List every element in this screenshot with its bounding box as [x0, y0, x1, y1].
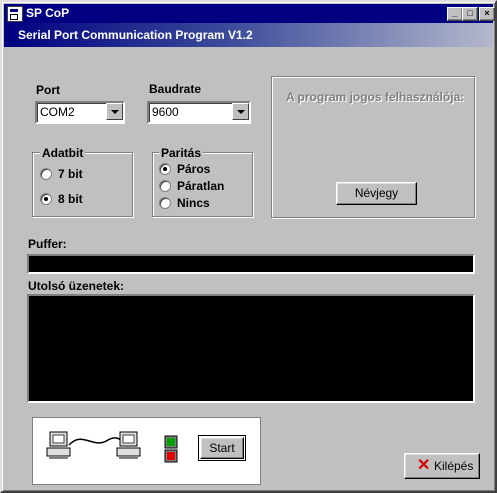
parity-legend: Paritás	[159, 146, 204, 160]
about-button-label: Névjegy	[354, 186, 399, 200]
minimize-button[interactable]: _	[447, 7, 463, 21]
about-button[interactable]: Névjegy	[336, 182, 417, 205]
port-label: Port	[36, 83, 60, 97]
messages-display	[27, 294, 475, 403]
app-icon[interactable]	[7, 6, 23, 22]
program-title: Serial Port Communication Program V1.2	[18, 28, 253, 42]
buffer-display	[27, 254, 475, 274]
chevron-down-icon[interactable]	[232, 103, 249, 120]
port-value: COM2	[40, 105, 75, 119]
main-window: SP CoP _ □ × Serial Port Communication P…	[0, 0, 497, 493]
start-button[interactable]: Start	[198, 435, 246, 461]
cable-icon	[68, 437, 124, 446]
databits-group	[32, 152, 133, 217]
radio-label: Nincs	[177, 196, 210, 210]
radio-button[interactable]	[40, 168, 52, 180]
window-title: SP CoP	[26, 6, 70, 20]
connection-status-panel: Start	[32, 417, 261, 485]
buffer-label: Puffer:	[28, 237, 67, 251]
program-header: Serial Port Communication Program V1.2	[4, 23, 493, 47]
owner-panel: A program jogos felhasználója: Névjegy	[271, 76, 475, 218]
close-icon: ✕	[417, 457, 431, 474]
computer-icon	[116, 431, 141, 459]
exit-button-label: Kilépés	[434, 459, 474, 473]
radio-button[interactable]	[159, 197, 171, 209]
messages-label: Utolsó üzenetek:	[28, 279, 125, 293]
baudrate-label: Baudrate	[149, 82, 202, 96]
radio-button[interactable]	[159, 163, 171, 175]
radio-button[interactable]	[159, 180, 171, 192]
radio-button[interactable]	[40, 193, 52, 205]
radio-label: 8 bit	[58, 192, 83, 206]
radio-label: 7 bit	[58, 167, 83, 181]
owner-label: A program jogos felhasználója:	[286, 90, 465, 104]
led-green-icon	[167, 438, 175, 446]
status-led-icons	[164, 435, 178, 463]
radio-label: Páros	[177, 162, 211, 176]
exit-button[interactable]: ✕ Kilépés	[404, 453, 480, 479]
chevron-down-icon[interactable]	[106, 103, 123, 120]
start-button-label: Start	[209, 441, 235, 455]
port-select[interactable]: COM2	[35, 101, 125, 124]
databits-legend: Adatbit	[40, 146, 86, 160]
computer-icon	[46, 431, 71, 459]
close-button[interactable]: ×	[479, 7, 495, 21]
radio-label: Páratlan	[177, 179, 225, 193]
title-bar[interactable]: SP CoP _ □ ×	[4, 4, 495, 23]
led-red-icon	[167, 452, 175, 460]
maximize-button[interactable]: □	[462, 7, 478, 21]
baudrate-value: 9600	[152, 105, 179, 119]
baudrate-select[interactable]: 9600	[147, 101, 251, 124]
